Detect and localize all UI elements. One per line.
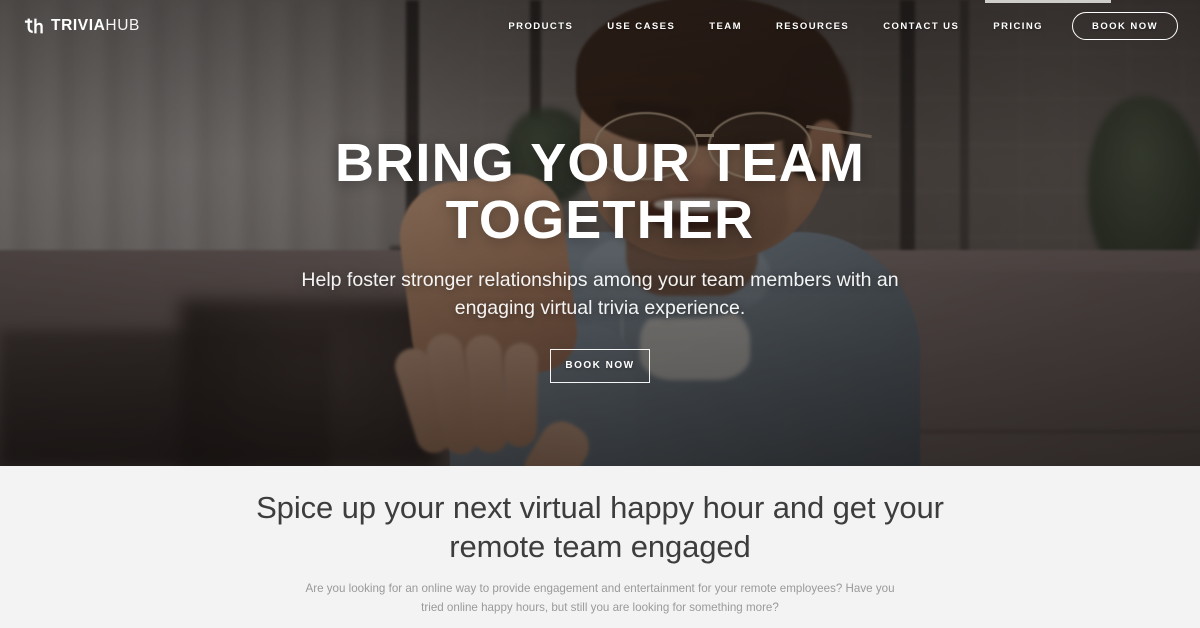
triviahub-monogram-icon [24, 18, 43, 34]
hero-section: TRIVIAHUB PRODUCTS USE CASES TEAM RESOUR… [0, 0, 1200, 466]
nav-item-products[interactable]: PRODUCTS [491, 21, 590, 32]
hero-title: BRING YOUR TEAM TOGETHER [280, 135, 920, 248]
hero-content: BRING YOUR TEAM TOGETHER Help foster str… [0, 0, 1200, 466]
nav-links: PRODUCTS USE CASES TEAM RESOURCES CONTAC… [491, 12, 1178, 40]
section-heading: Spice up your next virtual happy hour an… [256, 490, 944, 565]
section-paragraph-1: Are you looking for an online way to pro… [305, 582, 895, 614]
nav-item-use-cases[interactable]: USE CASES [590, 21, 692, 32]
hero-book-now-button[interactable]: BOOK NOW [550, 348, 650, 383]
nav-item-resources[interactable]: RESOURCES [759, 21, 866, 32]
hero-title-line-1: BRING YOUR TEAM [334, 133, 866, 193]
intro-section: Spice up your next virtual happy hour an… [0, 466, 1200, 628]
hero-title-line-2: TOGETHER [445, 189, 755, 250]
main-navigation: TRIVIAHUB PRODUCTS USE CASES TEAM RESOUR… [0, 0, 1200, 52]
nav-item-team[interactable]: TEAM [692, 21, 759, 32]
logo-text-light: HUB [105, 17, 140, 35]
nav-item-contact-us[interactable]: CONTACT US [866, 21, 976, 32]
logo[interactable]: TRIVIAHUB [22, 15, 140, 37]
logo-text: TRIVIAHUB [51, 18, 140, 34]
nav-book-now-button[interactable]: BOOK NOW [1072, 12, 1178, 40]
logo-text-bold: TRIVIA [51, 17, 106, 35]
hero-subtitle: Help foster stronger relationships among… [301, 269, 899, 320]
nav-item-pricing[interactable]: PRICING [976, 21, 1060, 32]
